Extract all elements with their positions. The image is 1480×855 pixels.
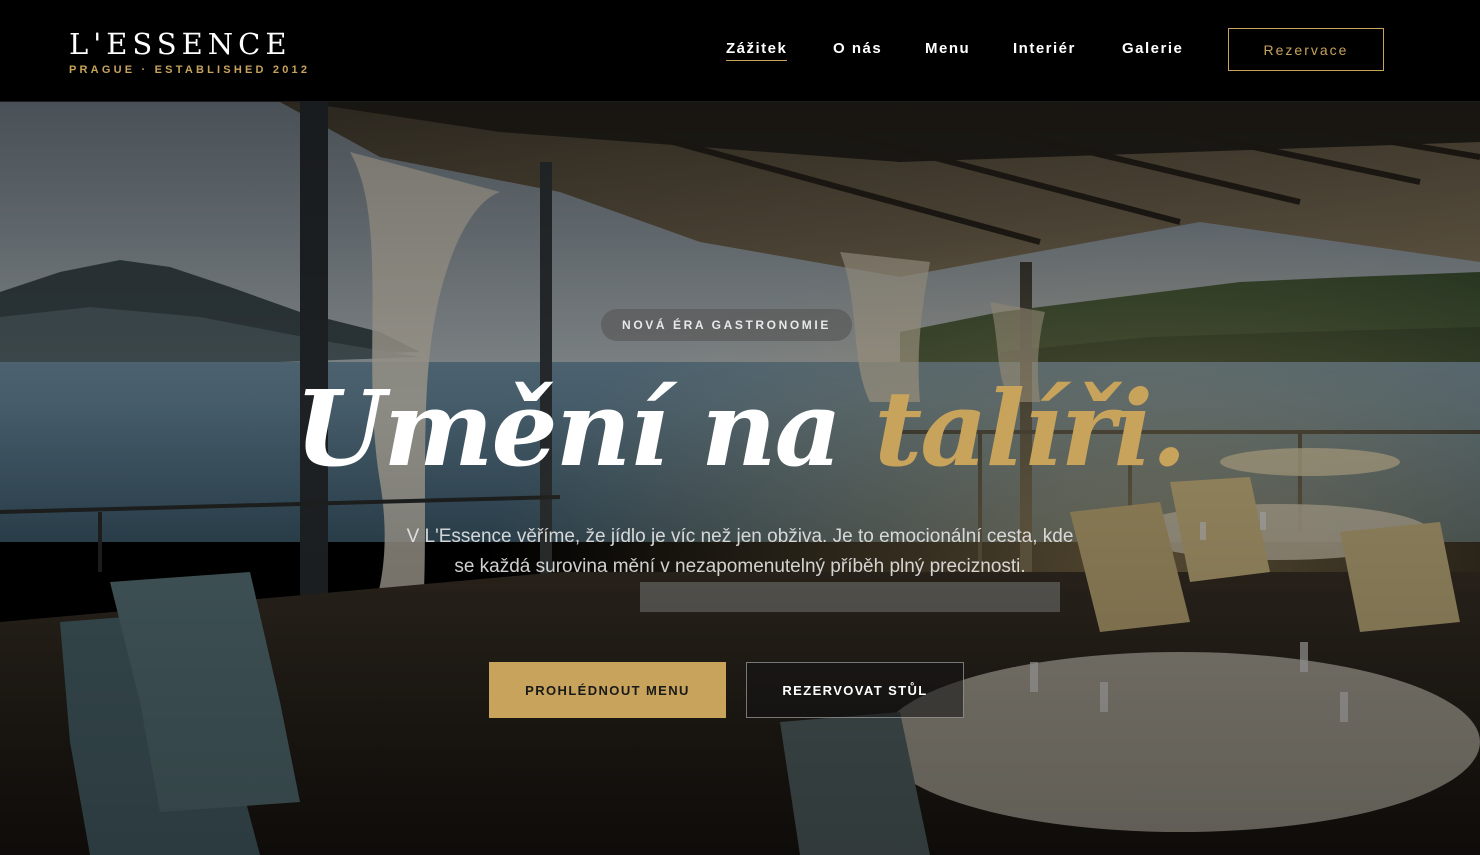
reserve-button[interactable]: Rezervace	[1228, 28, 1384, 71]
hero-lead-text: V L'Essence věříme, že jídlo je víc než …	[406, 526, 1074, 577]
nav-item-menu[interactable]: Menu	[925, 40, 970, 57]
site-header: L'ESSENCE PRAGUE · ESTABLISHED 2012 Záži…	[0, 0, 1480, 102]
logo-name: L'ESSENCE	[69, 27, 292, 61]
nav-item-galerie[interactable]: Galerie	[1122, 40, 1183, 57]
hero-headline: Umění na talíři.	[0, 364, 1480, 494]
nav-item-o-nas[interactable]: O nás	[833, 40, 882, 57]
nav-item-zazitek[interactable]: Zážitek	[726, 40, 788, 61]
logo-tagline: PRAGUE · ESTABLISHED 2012	[69, 64, 311, 76]
hero-section: NOVÁ ÉRA GASTRONOMIE Umění na talíři. V …	[0, 102, 1480, 855]
hero-badge: NOVÁ ÉRA GASTRONOMIE	[601, 309, 852, 341]
headline-main: Umění na	[294, 367, 875, 490]
view-menu-button[interactable]: PROHLÉDNOUT MENU	[489, 662, 726, 718]
nav-item-interier[interactable]: Interiér	[1013, 40, 1076, 57]
book-table-button[interactable]: REZERVOVAT STŮL	[746, 662, 964, 718]
headline-accent: talíři.	[874, 367, 1187, 490]
logo[interactable]: L'ESSENCE PRAGUE · ESTABLISHED 2012	[69, 29, 310, 76]
